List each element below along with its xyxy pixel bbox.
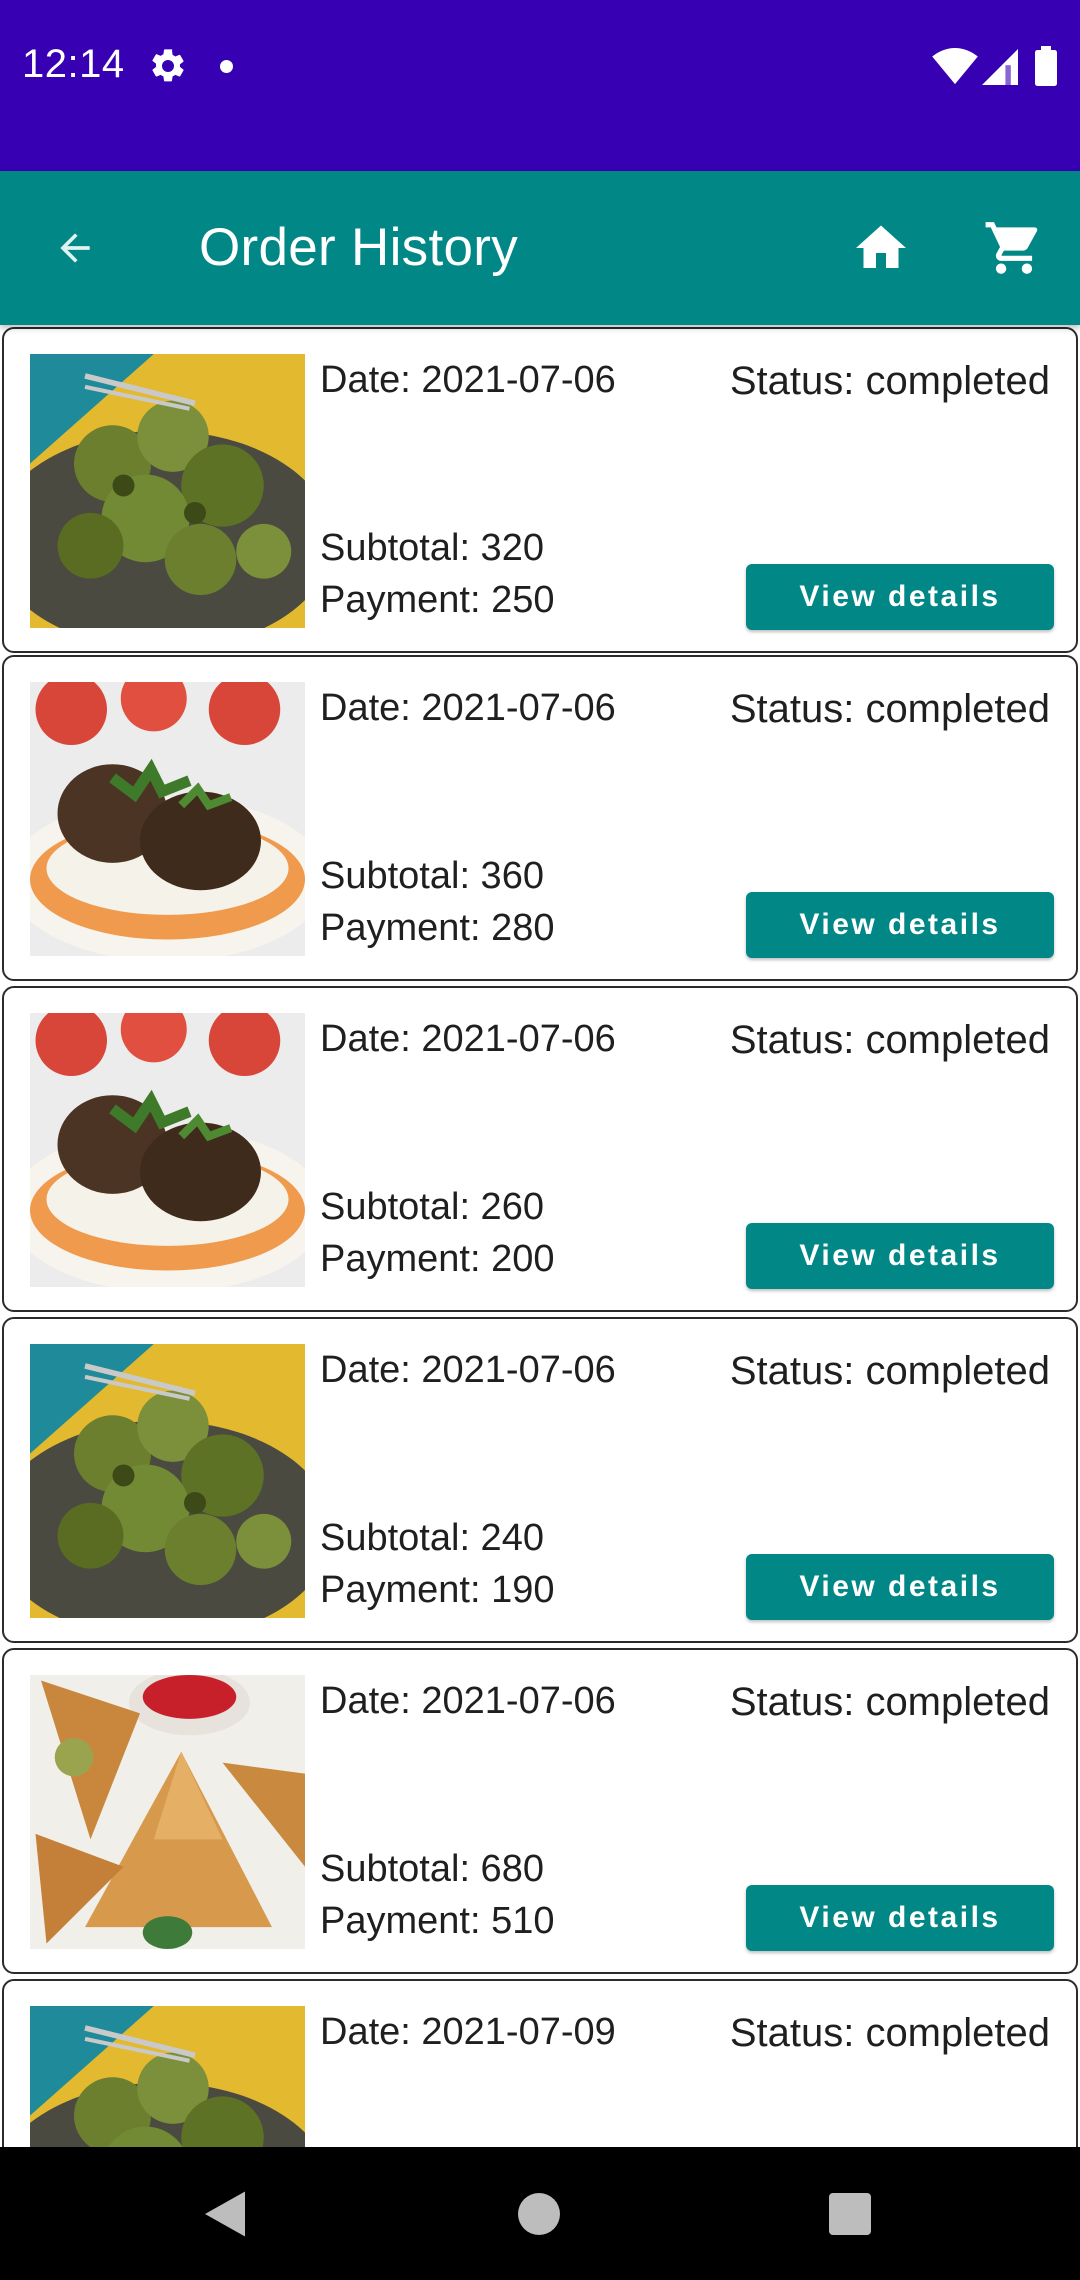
order-payment: Payment: 190: [320, 1569, 555, 1611]
order-payment: Payment: 280: [320, 907, 555, 949]
order-status: Status: completed: [729, 2011, 1050, 2055]
order-card: Date: 2021-07-06 Status: completed Subto…: [2, 327, 1078, 653]
order-date: Date: 2021-07-06: [320, 359, 616, 401]
nav-recents-icon[interactable]: [829, 2193, 871, 2235]
order-card: Date: 2021-07-06 Status: completed Subto…: [2, 1648, 1078, 1974]
app-bar: Order History: [0, 171, 1080, 325]
order-payment: Payment: 250: [320, 579, 555, 621]
order-subtotal: Subtotal: 360: [320, 855, 544, 897]
order-image-cutlet-plate: [30, 682, 305, 956]
order-status: Status: completed: [729, 687, 1050, 731]
order-card: Date: 2021-07-06 Status: completed Subto…: [2, 986, 1078, 1312]
system-nav-bar: [0, 2147, 1080, 2280]
order-date: Date: 2021-07-09: [320, 2011, 616, 2053]
order-subtotal: Subtotal: 260: [320, 1186, 544, 1228]
status-bar: 12:14: [0, 0, 1080, 171]
order-status: Status: completed: [729, 359, 1050, 403]
order-date: Date: 2021-07-06: [320, 1018, 616, 1060]
order-subtotal: Subtotal: 240: [320, 1517, 544, 1559]
wifi-icon: [932, 48, 978, 85]
cart-icon: [985, 222, 1038, 274]
order-image-samosa: [30, 1675, 305, 1949]
order-card: Date: 2021-07-09 Status: completed: [2, 1979, 1078, 2147]
order-status: Status: completed: [729, 1349, 1050, 1393]
nav-home-icon[interactable]: [518, 2193, 560, 2235]
order-status: Status: completed: [729, 1680, 1050, 1724]
order-card: Date: 2021-07-06 Status: completed Subto…: [2, 655, 1078, 981]
order-image-green-kebab: [30, 1344, 305, 1618]
order-image-cutlet-plate: [30, 1013, 305, 1287]
order-date: Date: 2021-07-06: [320, 1349, 616, 1391]
signal-icon: [982, 49, 1018, 85]
arrow-left-icon: [60, 233, 90, 263]
order-card: Date: 2021-07-06 Status: completed Subto…: [2, 1317, 1078, 1643]
status-time: 12:14: [22, 42, 125, 86]
view-details-button[interactable]: View details: [746, 1223, 1054, 1289]
order-subtotal: Subtotal: 320: [320, 527, 544, 569]
order-date: Date: 2021-07-06: [320, 687, 616, 729]
view-details-button[interactable]: View details: [746, 1885, 1054, 1951]
order-image-green-kebab: [30, 354, 305, 628]
page-title: Order History: [199, 218, 519, 277]
view-details-button[interactable]: View details: [746, 1554, 1054, 1620]
battery-icon: [1035, 46, 1057, 86]
order-list[interactable]: Date: 2021-07-06 Status: completed Subto…: [0, 325, 1080, 2147]
order-status: Status: completed: [729, 1018, 1050, 1062]
home-button[interactable]: [846, 215, 916, 281]
view-details-button[interactable]: View details: [746, 564, 1054, 630]
order-payment: Payment: 510: [320, 1900, 555, 1942]
nav-back-icon[interactable]: [200, 2189, 250, 2239]
back-button[interactable]: [40, 215, 110, 281]
home-icon: [856, 225, 906, 268]
order-image-green-kebab: [30, 2006, 305, 2147]
cart-button[interactable]: [976, 215, 1052, 281]
view-details-button[interactable]: View details: [746, 892, 1054, 958]
notification-dot-icon: [220, 60, 233, 73]
order-date: Date: 2021-07-06: [320, 1680, 616, 1722]
gear-icon: [152, 49, 184, 82]
order-subtotal: Subtotal: 680: [320, 1848, 544, 1890]
order-payment: Payment: 200: [320, 1238, 555, 1280]
